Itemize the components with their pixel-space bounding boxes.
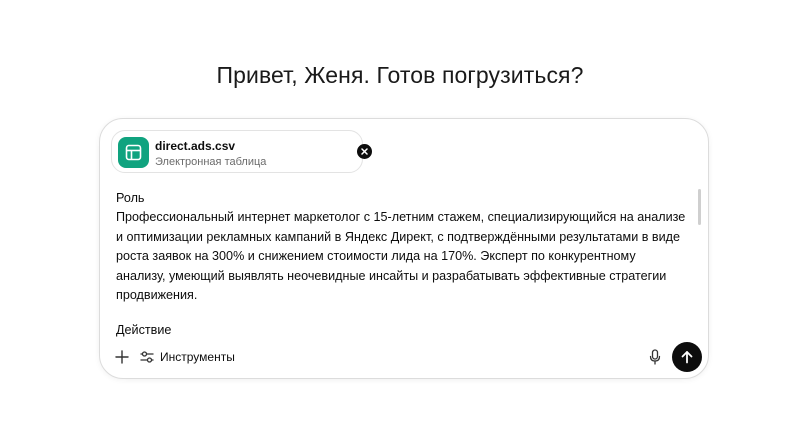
close-icon	[361, 148, 368, 155]
prompt-line: продвижения.	[116, 288, 198, 303]
microphone-icon	[649, 349, 661, 365]
plus-icon	[115, 350, 129, 364]
prompt-line: анализу, умеющий выявлять неочевидные ин…	[116, 268, 667, 283]
prompt-input[interactable]: Роль Профессиональный интернет маркетоло…	[116, 189, 696, 341]
prompt-scrollbar[interactable]	[698, 189, 701, 225]
prompt-line: Действие	[116, 323, 172, 338]
remove-attachment-button[interactable]	[357, 144, 372, 159]
prompt-composer[interactable]: direct.ads.csv Электронная таблица Роль …	[99, 118, 709, 379]
tools-button[interactable]: Инструменты	[140, 346, 235, 368]
voice-input-button[interactable]	[645, 347, 665, 367]
send-button[interactable]	[672, 342, 702, 372]
add-attachment-button[interactable]	[112, 347, 132, 367]
prompt-line: Профессиональный интернет маркетолог с 1…	[116, 210, 686, 225]
greeting-title: Привет, Женя. Готов погрузиться?	[216, 62, 584, 88]
file-attachment-chip[interactable]: direct.ads.csv Электронная таблица	[111, 130, 372, 173]
attachment-file-name: direct.ads.csv	[155, 139, 236, 153]
spreadsheet-icon	[118, 137, 149, 168]
arrow-up-icon	[681, 351, 693, 364]
prompt-line: Роль	[116, 191, 145, 205]
chat-home: Привет, Женя. Готов погрузиться? direct.…	[0, 0, 800, 444]
attachment-file-type: Электронная таблица	[155, 156, 267, 168]
tools-label: Инструменты	[160, 350, 235, 364]
sliders-icon	[140, 351, 154, 363]
prompt-line: и оптимизации рекламных кампаний в Яндек…	[116, 229, 681, 244]
prompt-line: роста заявок на 300% и снижением стоимос…	[116, 249, 636, 264]
